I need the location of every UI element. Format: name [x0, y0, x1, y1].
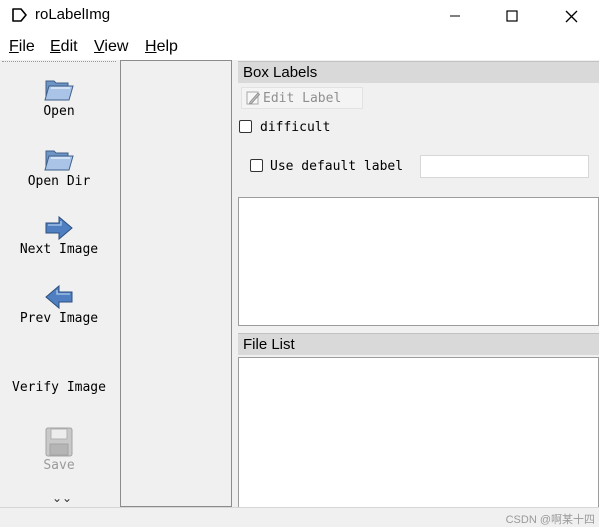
edit-pencil-icon: [246, 91, 261, 105]
file-list-header[interactable]: File List: [238, 333, 599, 355]
floppy-disk-icon: [45, 427, 73, 457]
save-label: Save: [43, 458, 75, 473]
use-default-label-text: Use default label: [270, 159, 404, 174]
next-image-button[interactable]: Next Image: [2, 214, 116, 258]
folder-open-icon: [44, 150, 74, 171]
menu-bar: File Edit View Help: [0, 32, 599, 60]
menu-view-label: iew: [104, 38, 129, 55]
toolbar: Open Open Dir Next Image Prev Image Veri…: [2, 60, 116, 507]
edit-label-text: Edit Label: [263, 91, 342, 106]
menu-view[interactable]: View: [94, 37, 128, 57]
menu-help-label: elp: [156, 38, 178, 55]
verify-image-label: Verify Image: [12, 380, 106, 395]
watermark-text: CSDN @啊某十四: [505, 514, 595, 526]
difficult-checkbox[interactable]: [239, 120, 252, 133]
edit-label-button[interactable]: Edit Label: [241, 87, 363, 109]
menu-help[interactable]: Help: [145, 37, 178, 57]
minimize-icon: [450, 15, 460, 17]
status-bar: CSDN @啊某十四: [0, 507, 599, 527]
default-label-input[interactable]: [420, 155, 589, 178]
folder-open-icon: [44, 80, 74, 101]
file-list[interactable]: [238, 357, 599, 508]
file-list-title: File List: [243, 336, 295, 353]
menu-file[interactable]: File: [9, 37, 35, 57]
prev-image-button[interactable]: Prev Image: [2, 283, 116, 327]
difficult-label: difficult: [260, 120, 331, 135]
menu-edit[interactable]: Edit: [50, 37, 78, 57]
image-canvas[interactable]: [120, 60, 232, 507]
menu-file-label: ile: [18, 38, 35, 55]
arrow-left-icon: [45, 284, 73, 310]
open-button[interactable]: Open: [2, 72, 116, 120]
next-image-label: Next Image: [19, 242, 99, 257]
use-default-label-checkbox[interactable]: [250, 159, 263, 172]
window-title: roLabelImg: [35, 6, 111, 23]
open-dir-button[interactable]: Open Dir: [2, 142, 116, 190]
prev-image-label: Prev Image: [19, 311, 99, 326]
menu-view-mnemonic: V: [94, 38, 105, 55]
verify-image-button[interactable]: Verify Image: [2, 380, 116, 396]
menu-file-mnemonic: F: [9, 38, 19, 55]
menu-help-mnemonic: H: [145, 38, 157, 55]
toolbar-extension-icon[interactable]: ⌄⌄: [52, 492, 72, 504]
tag-outline-icon: [12, 8, 27, 22]
menu-edit-mnemonic: E: [50, 38, 61, 55]
label-list[interactable]: [238, 197, 599, 326]
open-label: Open: [43, 104, 75, 119]
open-dir-label: Open Dir: [27, 174, 91, 189]
box-labels-header[interactable]: Box Labels: [238, 61, 599, 83]
close-button[interactable]: [548, 0, 594, 32]
close-icon: [565, 10, 577, 22]
maximize-icon: [506, 10, 518, 22]
minimize-button[interactable]: [432, 0, 478, 32]
toolbar-grip[interactable]: [2, 61, 116, 62]
menu-edit-label: dit: [60, 38, 78, 55]
maximize-button[interactable]: [489, 0, 535, 32]
box-labels-title: Box Labels: [243, 64, 318, 81]
save-button[interactable]: Save: [2, 426, 116, 474]
title-bar: roLabelImg: [0, 0, 599, 32]
arrow-right-icon: [45, 215, 73, 241]
